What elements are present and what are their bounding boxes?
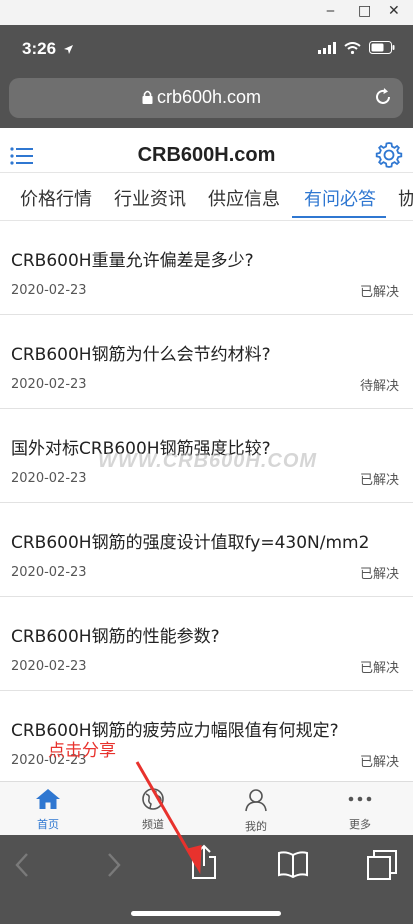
question-status: 已解决 — [359, 285, 399, 300]
question-status: 已解决 — [359, 567, 399, 582]
nav-mine-label: 我的 — [245, 820, 267, 833]
tab-supply[interactable]: 供应信息 — [208, 185, 280, 211]
question-date: 2020-02-23 — [11, 377, 87, 392]
nav-mine[interactable]: 我的 — [221, 788, 291, 834]
nav-home-label: 首页 — [37, 818, 59, 831]
browser-top-chrome: 3:26 crb600h.com — [0, 25, 413, 128]
category-tabs: 价格行情 行业资讯 供应信息 有问必答 协 — [0, 172, 413, 221]
question-date: 2020-02-23 — [11, 565, 87, 580]
question-date: 2020-02-23 — [11, 283, 87, 298]
home-icon — [36, 789, 60, 809]
site-title[interactable]: CRB600H.com — [0, 144, 413, 167]
question-status: 已解决 — [359, 661, 399, 676]
question-date: 2020-02-23 — [11, 659, 87, 674]
window-title-bar: ‒ □ ✕ — [0, 0, 413, 25]
status-time: 3:26 — [22, 39, 57, 58]
list-item[interactable]: CRB600H钢筋的强度设计值取fy=430N/mm2 2020-02-23 已… — [0, 502, 413, 597]
list-item[interactable]: CRB600H钢筋为什么会节约材料? 2020-02-23 待解决 — [0, 314, 413, 409]
address-bar[interactable]: crb600h.com — [9, 78, 403, 118]
list-item[interactable]: CRB600H钢筋的性能参数? 2020-02-23 已解决 — [0, 596, 413, 691]
wifi-icon — [344, 41, 361, 54]
watermark: WWW.CRB600H.COM — [98, 450, 318, 472]
status-icons — [318, 41, 395, 54]
question-title[interactable]: CRB600H钢筋为什么会节约材料? — [11, 340, 271, 365]
tab-industry-news[interactable]: 行业资讯 — [114, 185, 186, 211]
back-icon[interactable] — [14, 852, 30, 878]
list-item[interactable]: CRB600H重量允许偏差是多少? 2020-02-23 已解决 — [0, 220, 413, 315]
question-status: 已解决 — [359, 473, 399, 488]
maximize-button[interactable]: □ — [358, 3, 371, 19]
location-arrow-icon — [64, 45, 73, 54]
battery-icon — [369, 41, 395, 54]
tab-price[interactable]: 价格行情 — [20, 185, 92, 211]
tab-partial[interactable]: 协 — [398, 185, 413, 211]
reload-icon[interactable] — [373, 87, 393, 107]
bookmarks-icon[interactable] — [277, 850, 309, 878]
share-icon[interactable] — [190, 844, 218, 880]
active-tab-indicator — [292, 216, 386, 218]
tab-qa[interactable]: 有问必答 — [304, 185, 376, 211]
bottom-nav: 首页 频道 我的 更多 — [0, 781, 413, 836]
nav-channel[interactable]: 频道 — [118, 788, 188, 832]
home-indicator — [131, 911, 281, 916]
nav-channel-label: 频道 — [142, 818, 164, 831]
safari-toolbar — [0, 835, 413, 924]
close-button[interactable]: ✕ — [388, 3, 400, 19]
question-status: 待解决 — [359, 379, 399, 394]
gear-icon[interactable] — [375, 141, 403, 169]
user-icon — [245, 789, 267, 812]
annotation-label: 点击分享 — [48, 741, 116, 761]
globe-icon — [142, 788, 164, 810]
forward-icon[interactable] — [106, 852, 122, 878]
question-status: 已解决 — [359, 755, 399, 770]
question-title[interactable]: CRB600H钢筋的性能参数? — [11, 622, 220, 647]
lock-icon — [142, 90, 153, 104]
nav-more-label: 更多 — [349, 818, 371, 831]
nav-more[interactable]: 更多 — [325, 788, 395, 832]
minimize-button[interactable]: ‒ — [326, 3, 335, 19]
question-title[interactable]: CRB600H重量允许偏差是多少? — [11, 246, 254, 271]
question-date: 2020-02-23 — [11, 471, 87, 486]
nav-home[interactable]: 首页 — [13, 788, 83, 832]
tabs-icon[interactable] — [366, 849, 398, 881]
question-title[interactable]: CRB600H钢筋的强度设计值取fy=430N/mm2 — [11, 528, 369, 553]
signal-icon — [318, 41, 336, 54]
site-header: CRB600H.com — [0, 128, 413, 173]
url-text: crb600h.com — [157, 87, 262, 107]
more-icon — [348, 796, 372, 802]
